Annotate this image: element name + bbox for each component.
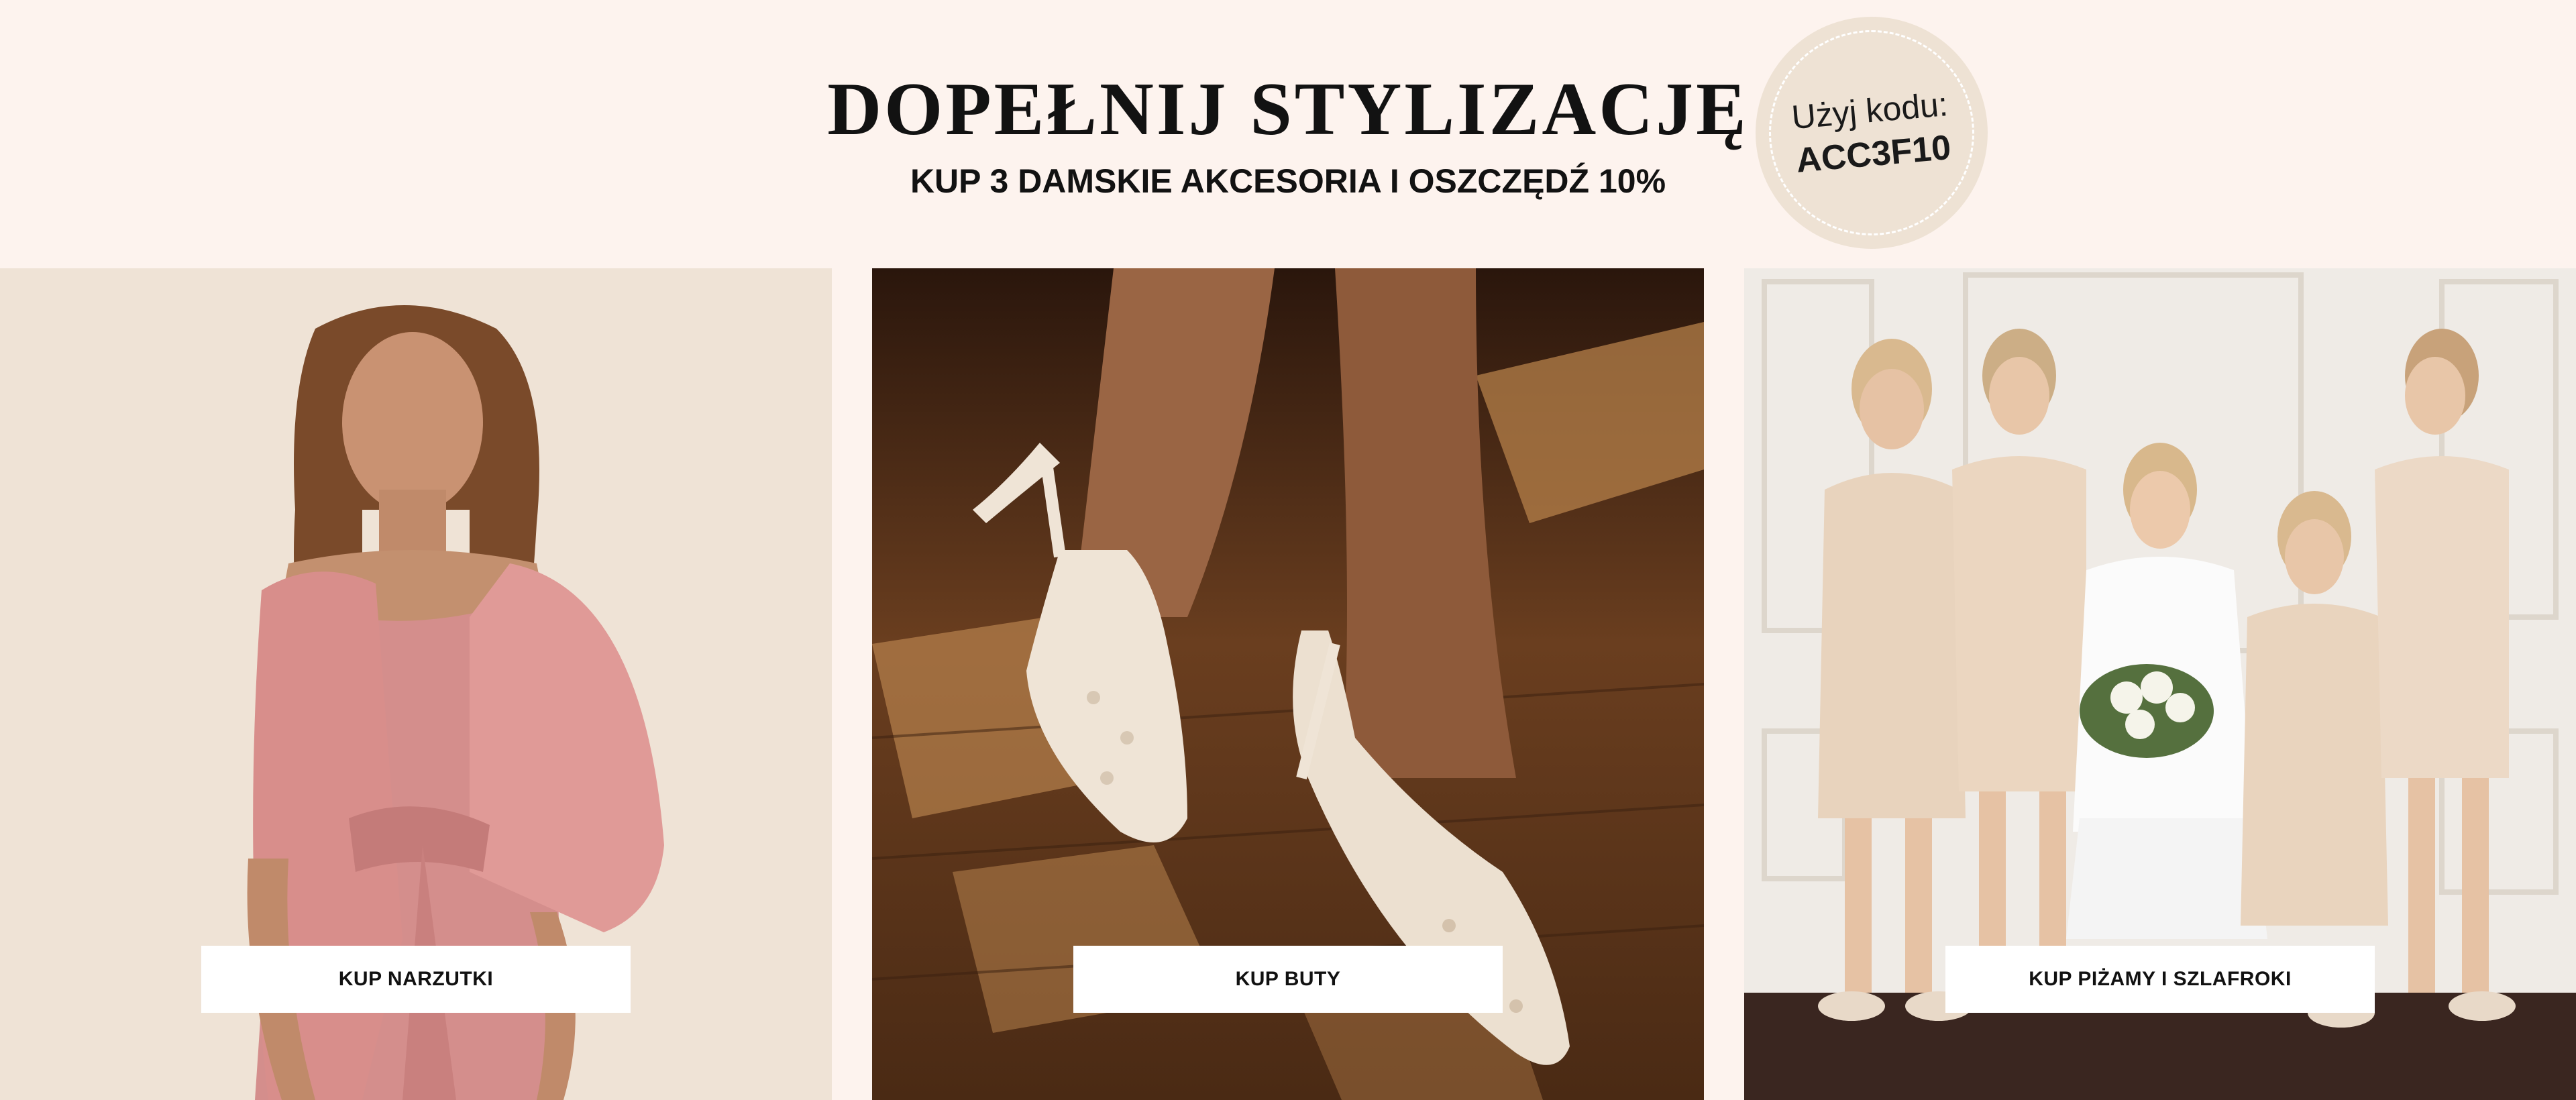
tile-wraps[interactable]: KUP NARZUTKI — [0, 268, 832, 1100]
promo-title: DOPEŁNIJ STYLIZACJĘ — [827, 68, 1749, 151]
shop-robes-button[interactable]: KUP PIŻAMY I SZLAFROKI — [1945, 946, 2375, 1013]
shop-wraps-button[interactable]: KUP NARZUTKI — [201, 946, 631, 1013]
badge-text: Użyj kodu: ACC3F10 — [1746, 7, 1998, 259]
tile-shoes[interactable]: KUP BUTY — [872, 268, 1704, 1100]
promo-subtitle: KUP 3 DAMSKIE AKCESORIA I OSZCZĘDŹ 10% — [910, 162, 1666, 200]
promo-code-badge: Użyj kodu: ACC3F10 — [1756, 17, 1988, 249]
shop-shoes-button[interactable]: KUP BUTY — [1073, 946, 1503, 1013]
accessories-promo-page: DOPEŁNIJ STYLIZACJĘ KUP 3 DAMSKIE AKCESO… — [0, 0, 2576, 1100]
tile-robes[interactable]: KUP PIŻAMY I SZLAFROKI — [1744, 268, 2576, 1100]
